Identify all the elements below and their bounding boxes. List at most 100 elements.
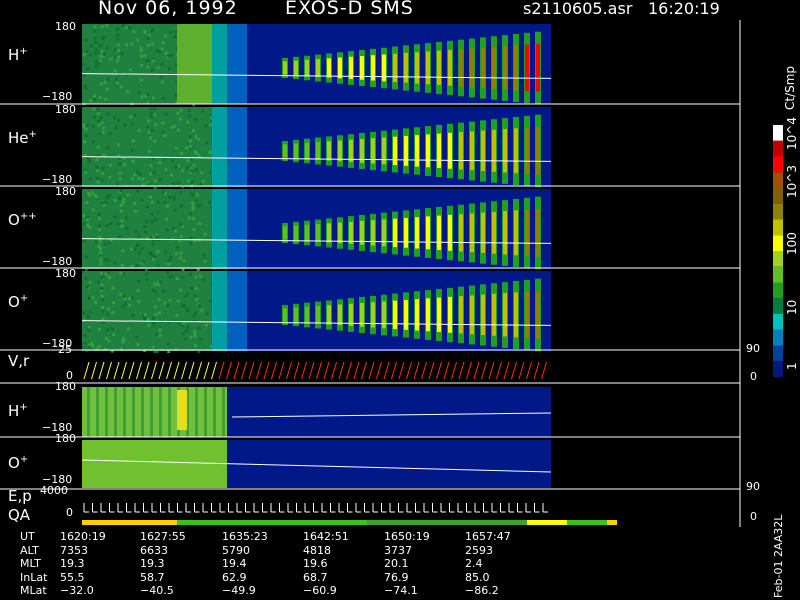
lower-h-stripe [204,387,207,437]
speckle [171,237,175,241]
speckle [106,258,110,262]
speckle [167,258,171,262]
speckle [95,347,99,351]
speckle [118,235,122,239]
speckle [168,195,172,199]
speckle [185,146,189,150]
burst-core [481,130,485,171]
speckle [141,260,145,264]
speckle [116,48,120,52]
speckle [158,333,162,337]
speckle [169,255,173,259]
burst-core [525,209,529,256]
speckle [194,286,198,290]
speckle [143,230,147,234]
orbit-info-name: MLT [20,557,41,571]
colorbar-segment [773,125,783,141]
speckle [197,304,201,308]
orbit-info-value: 1620:19 [60,530,106,543]
speckle [93,37,97,41]
speckle [200,308,204,312]
burst-core [415,135,419,167]
speckle [96,112,100,116]
speckle [83,140,87,144]
burst-core [327,141,331,161]
speckle [137,91,141,95]
speckle [149,112,153,116]
speckle [143,313,147,317]
speckle [93,98,97,102]
speckle [204,124,208,128]
speckle [104,272,108,276]
speckle [143,54,147,58]
speckle [93,29,97,33]
burst-core [338,304,342,326]
colorbar-segment [773,235,783,251]
burst-core [514,128,518,174]
speckle [185,166,189,170]
speckle [155,332,159,336]
speckle [205,323,209,327]
burst-core [525,291,529,338]
panel-bg-green [82,189,212,269]
speckle [153,290,157,294]
burst-core [514,292,518,338]
orbit-info-value: −40.5 [140,584,174,598]
speckle [162,289,166,293]
speckle [135,263,139,267]
speckle [156,200,160,204]
speckle [107,307,111,311]
speckle [188,273,192,277]
speckle [153,179,157,183]
speckle [189,157,193,161]
speckle [147,59,151,63]
speckle [123,123,127,127]
panel-label: O++ [8,211,37,229]
speckle [151,242,155,246]
speckle [195,298,199,302]
speckle [84,170,88,174]
speckle [194,168,198,172]
speckle [137,234,141,238]
speckle [154,218,158,222]
speckle [190,286,194,290]
speckle [107,339,111,343]
burst-core [503,129,507,173]
speckle [188,212,192,216]
speckle [179,191,183,195]
speckle [98,228,102,232]
speckle [164,168,168,172]
speckle [174,93,178,97]
speckle [176,181,180,185]
y-tick-top: 180 [55,267,76,280]
speckle [110,327,114,331]
speckle [155,250,159,254]
speckle [102,126,106,130]
speckle [136,343,140,347]
speckle [119,204,123,208]
burst-core [437,215,441,251]
speckle [116,28,120,32]
burst-core [536,43,540,92]
speckle [172,226,176,230]
speckle [126,193,130,197]
colorbar-segment [773,314,783,330]
speckle [114,77,118,81]
speckle [161,130,165,134]
speckle [149,164,153,168]
speckle [197,154,201,158]
orbit-info-value: 3737 [384,543,412,557]
speckle [148,195,152,199]
speckle [116,33,120,37]
speckle [203,259,207,263]
burst-core [437,297,441,333]
burst-core [283,144,287,158]
lower-h-stripe [132,387,135,437]
speckle [187,216,191,220]
burst-core [283,61,287,75]
burst-core [514,210,518,256]
panel-label: H+ [8,46,28,64]
burst-core [349,56,353,80]
speckle [192,314,196,318]
speckle [145,278,149,282]
